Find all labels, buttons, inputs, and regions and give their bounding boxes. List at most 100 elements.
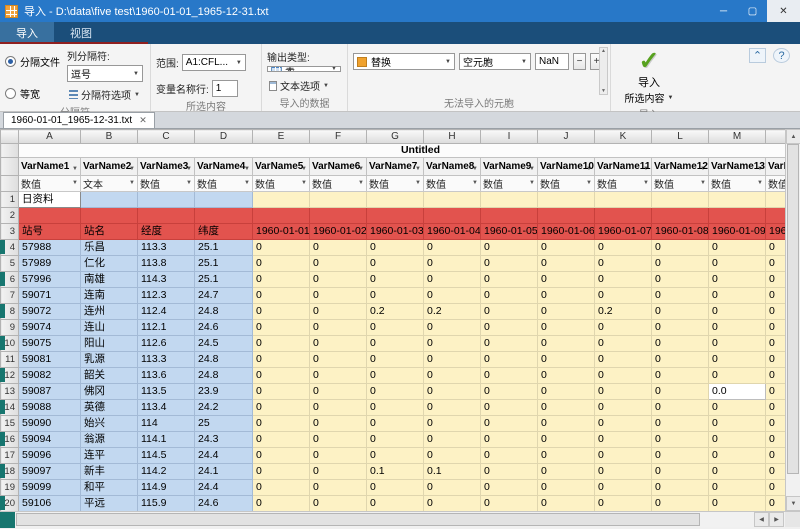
cell[interactable]: 0 [481, 336, 538, 352]
cell[interactable]: 24.8 [195, 368, 253, 384]
cell[interactable]: 59081 [19, 352, 81, 368]
cell[interactable]: 0.1 [367, 464, 424, 480]
cell[interactable]: 0 [709, 240, 766, 256]
nan-field[interactable]: NaN [535, 53, 569, 70]
cell[interactable]: 0 [595, 240, 652, 256]
chevron-down-icon[interactable]: ▼ [301, 180, 307, 186]
cell[interactable]: 0 [310, 240, 367, 256]
cell[interactable]: 0 [310, 256, 367, 272]
cell[interactable]: 经度 [138, 224, 195, 240]
maximize-button[interactable]: ▢ [738, 0, 767, 22]
chevron-down-icon[interactable]: ▼ [301, 166, 307, 172]
cell[interactable]: 0 [709, 272, 766, 288]
chevron-down-icon[interactable]: ▼ [129, 166, 135, 172]
cell[interactable]: 0 [595, 400, 652, 416]
cell[interactable]: 59090 [19, 416, 81, 432]
cell[interactable] [138, 208, 195, 224]
cell[interactable]: 113.3 [138, 240, 195, 256]
cell[interactable] [195, 208, 253, 224]
cell[interactable]: 0 [766, 336, 786, 352]
chevron-down-icon[interactable]: ▼ [244, 166, 250, 172]
radio-delimited-file[interactable]: 分隔文件 [5, 54, 67, 69]
cell[interactable]: 0 [424, 400, 481, 416]
cell[interactable]: 0 [481, 400, 538, 416]
cell[interactable]: 0 [538, 368, 595, 384]
vertical-scrollbar-thumb[interactable] [787, 144, 799, 474]
cell[interactable]: 24.6 [195, 320, 253, 336]
cell[interactable]: 0 [424, 416, 481, 432]
cell[interactable]: 0 [538, 352, 595, 368]
cell[interactable]: 0 [595, 272, 652, 288]
radio-icon[interactable] [5, 88, 16, 99]
cell[interactable]: 0 [538, 240, 595, 256]
cell[interactable]: 0 [367, 336, 424, 352]
vertical-scrollbar[interactable]: ▲ ▼ [785, 129, 800, 511]
cell[interactable]: 翁源 [81, 432, 138, 448]
column-header[interactable]: E [253, 130, 310, 144]
scroll-up-button[interactable]: ▲ [786, 129, 800, 144]
cell[interactable]: 0 [538, 448, 595, 464]
cell[interactable]: 0 [481, 384, 538, 400]
cell[interactable]: 0 [766, 256, 786, 272]
cell[interactable]: 0 [367, 496, 424, 512]
cell[interactable]: 0 [424, 336, 481, 352]
cell[interactable]: 114.1 [138, 432, 195, 448]
varname-cell[interactable]: ▼VarName5 [253, 158, 310, 176]
horizontal-scrollbar[interactable]: ◀ ▶ [0, 511, 785, 527]
cell[interactable]: 0 [766, 288, 786, 304]
vartype-cell[interactable]: ▼数值 [253, 176, 310, 192]
minimize-button[interactable]: ─ [709, 0, 738, 22]
cell[interactable]: 0 [424, 256, 481, 272]
chevron-down-icon[interactable]: ▼ [700, 180, 706, 186]
cell[interactable]: 0 [766, 464, 786, 480]
radio-fixed-width[interactable]: 等宽 [5, 86, 67, 101]
cell[interactable]: 0 [709, 336, 766, 352]
cell[interactable]: 0 [424, 288, 481, 304]
chevron-down-icon[interactable]: ▼ [358, 166, 364, 172]
cell[interactable]: 113.3 [138, 352, 195, 368]
cell[interactable]: 0 [595, 448, 652, 464]
cell[interactable]: 始兴 [81, 416, 138, 432]
cell[interactable] [367, 192, 424, 208]
cell[interactable]: 0.2 [595, 304, 652, 320]
varname-cell[interactable]: ▼VarName14 [766, 158, 786, 176]
cell[interactable] [538, 208, 595, 224]
cell[interactable]: 1960-01-08 [652, 224, 709, 240]
cell[interactable]: 0 [538, 304, 595, 320]
cell[interactable]: 0 [766, 304, 786, 320]
cell[interactable] [310, 208, 367, 224]
cell[interactable]: 0 [310, 352, 367, 368]
cell[interactable] [595, 192, 652, 208]
cell[interactable]: 1960-01-05 [481, 224, 538, 240]
cell[interactable]: 0 [766, 400, 786, 416]
cell[interactable]: 纬度 [195, 224, 253, 240]
cell[interactable]: 0 [424, 448, 481, 464]
row-header[interactable]: 3 [1, 224, 19, 240]
cell[interactable]: 0 [481, 448, 538, 464]
cell[interactable]: 连平 [81, 448, 138, 464]
group-scrollbar[interactable]: ▲ ▼ [599, 47, 608, 95]
cell[interactable]: 0 [253, 336, 310, 352]
column-header[interactable]: J [538, 130, 595, 144]
cell[interactable]: 59087 [19, 384, 81, 400]
cell[interactable]: 114.3 [138, 272, 195, 288]
varname-row-field[interactable]: 1 [212, 80, 238, 97]
cell[interactable]: 0 [709, 448, 766, 464]
column-delimiter-select[interactable]: 逗号 ▼ [67, 65, 143, 82]
cell[interactable]: 阳山 [81, 336, 138, 352]
cell[interactable]: 0.0 [709, 384, 766, 400]
column-header[interactable]: N [766, 130, 786, 144]
cell[interactable]: 0 [652, 400, 709, 416]
cell[interactable]: 1960-01-04 [424, 224, 481, 240]
cell[interactable]: 0 [481, 256, 538, 272]
cell[interactable]: 0 [652, 336, 709, 352]
cell[interactable]: 英德 [81, 400, 138, 416]
cell[interactable]: 0 [652, 272, 709, 288]
cell[interactable]: 0 [367, 352, 424, 368]
cell[interactable] [766, 208, 786, 224]
cell[interactable]: 0.1 [424, 464, 481, 480]
chevron-down-icon[interactable]: ▼ [529, 166, 535, 172]
varname-cell[interactable]: ▼VarName11 [595, 158, 652, 176]
tab-import[interactable]: 导入 [0, 22, 54, 44]
cell[interactable]: 0 [253, 288, 310, 304]
